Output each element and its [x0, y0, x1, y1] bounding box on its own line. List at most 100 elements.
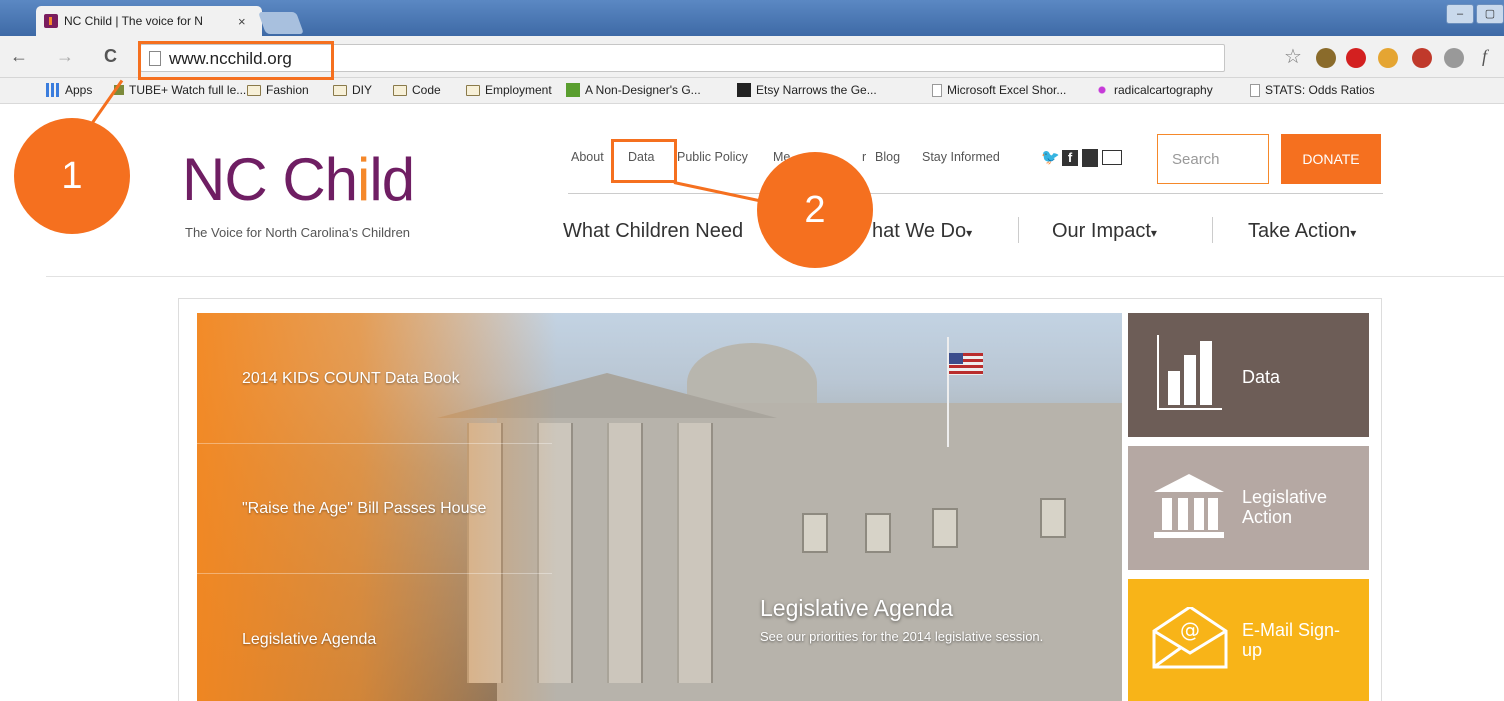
nav-blog[interactable]: Blog	[875, 150, 900, 164]
header-divider	[568, 193, 1383, 194]
carousel-caption-title[interactable]: Legislative Agenda	[760, 595, 953, 622]
nav-label: Take Action	[1248, 220, 1351, 242]
capitol-column	[677, 423, 713, 683]
minimize-button[interactable]: –	[1446, 4, 1474, 24]
data-tile[interactable]: Data	[1128, 313, 1369, 437]
tab-title: NC Child | The voice for N	[64, 14, 203, 28]
chevron-down-icon: ▾	[966, 226, 973, 240]
logo-text: NC Ch	[182, 146, 358, 213]
bookmark-label: Code	[412, 83, 441, 97]
bookmark-favicon-icon	[737, 83, 751, 97]
nav-label: Our Impact	[1052, 220, 1151, 242]
data-tile-label: Data	[1242, 367, 1281, 387]
donate-button[interactable]: DONATE	[1281, 134, 1381, 184]
browser-tabstrip: NC Child | The voice for N × – ▢	[0, 0, 1504, 36]
extension-icon[interactable]	[1444, 48, 1464, 68]
carousel-caption-subtitle: See our priorities for the 2014 legislat…	[760, 629, 1044, 644]
bookmark-label: Apps	[65, 83, 93, 97]
email-signup-tile-label: E-Mail Sign-up	[1242, 620, 1341, 660]
forward-arrow-icon[interactable]: →	[56, 46, 74, 67]
chevron-down-icon: ▾	[1350, 226, 1357, 240]
bookmark-folder[interactable]: Fashion	[247, 83, 309, 97]
flag-canton	[949, 353, 963, 364]
search-input[interactable]: Search	[1157, 134, 1269, 184]
bookmark-item[interactable]: STATS: Odds Ratios	[1250, 83, 1375, 97]
back-arrow-icon[interactable]: ←	[10, 46, 28, 67]
bookmark-folder[interactable]: Employment	[466, 83, 552, 97]
annotation-badge-1: 1	[14, 118, 130, 234]
nav-partial[interactable]: r	[862, 150, 866, 164]
carousel-item-raise-the-age[interactable]: "Raise the Age" Bill Passes House	[242, 500, 486, 518]
window-controls: – ▢	[1446, 4, 1504, 24]
bookmark-label: A Non-Designer's G...	[585, 83, 701, 97]
nav-public-policy[interactable]: Public Policy	[677, 150, 748, 164]
facebook-icon[interactable]: f	[1062, 150, 1078, 166]
apps-grid-icon	[46, 83, 60, 97]
bookmark-label: radicalcartography	[1114, 83, 1213, 97]
bookmark-item[interactable]: A Non-Designer's G...	[566, 83, 701, 97]
carousel-item-kids-count[interactable]: 2014 KIDS COUNT Data Book	[242, 370, 460, 388]
bookmark-label: TUBE+ Watch full le...	[129, 83, 247, 97]
logo-text: i	[357, 146, 370, 213]
annotation-highlight-url	[138, 41, 334, 80]
bar-chart-icon	[1157, 335, 1222, 410]
document-icon	[932, 83, 942, 97]
site-logo[interactable]: NC Child	[182, 150, 415, 210]
bookmark-label: Employment	[485, 83, 552, 97]
bookmark-label: DIY	[352, 83, 373, 97]
building-window	[865, 513, 891, 553]
extension-icon[interactable]	[1316, 48, 1336, 68]
new-tab-button[interactable]	[257, 12, 305, 34]
site-favicon-icon	[44, 14, 58, 28]
nav-separator	[1018, 217, 1019, 243]
browser-tab[interactable]: NC Child | The voice for N ×	[36, 6, 262, 36]
extension-icon[interactable]	[1346, 48, 1366, 68]
nav-label: hat We Do	[872, 220, 967, 242]
legislative-action-tile-label: Legislative Action	[1242, 487, 1328, 527]
twitter-icon[interactable]: 🐦	[1041, 148, 1060, 166]
nav-take-action[interactable]: Take Action▾	[1248, 220, 1356, 243]
bookmark-label: Fashion	[266, 83, 309, 97]
nav-what-children-need[interactable]: What Children Need	[563, 220, 743, 243]
adblock-icon[interactable]	[1412, 48, 1432, 68]
email-signup-tile[interactable]: @ E-Mail Sign-up	[1128, 579, 1369, 701]
logo-tagline: The Voice for North Carolina's Children	[185, 225, 411, 240]
svg-text:@: @	[1180, 618, 1200, 642]
building-window	[1040, 498, 1066, 538]
reload-icon[interactable]: C	[104, 46, 117, 67]
close-tab-icon[interactable]: ×	[238, 14, 246, 29]
folder-icon	[466, 84, 480, 96]
nav-stay-informed[interactable]: Stay Informed	[922, 150, 1000, 164]
extension-icon[interactable]	[1378, 48, 1398, 68]
bookmark-item[interactable]: TUBE+ Watch full le...	[114, 83, 246, 97]
bookmark-favicon-icon	[1095, 83, 1109, 97]
carousel-divider	[197, 443, 552, 444]
email-envelope-icon: @	[1152, 607, 1228, 669]
chevron-down-icon: ▾	[1150, 226, 1157, 240]
bookmark-label: STATS: Odds Ratios	[1265, 83, 1375, 97]
bookmarks-bar: Apps TUBE+ Watch full le... Fashion DIY …	[0, 78, 1504, 104]
bookmark-apps[interactable]: Apps	[46, 83, 92, 97]
nav-separator	[1212, 217, 1213, 243]
bookmark-folder[interactable]: Code	[393, 83, 441, 97]
bookmark-folder[interactable]: DIY	[333, 83, 372, 97]
bookmark-star-icon[interactable]: ☆	[1284, 44, 1302, 69]
document-icon	[1250, 83, 1260, 97]
carousel-item-legislative-agenda[interactable]: Legislative Agenda	[242, 631, 376, 649]
youtube-icon[interactable]	[1082, 149, 1098, 167]
nav-our-impact[interactable]: Our Impact▾	[1052, 220, 1157, 243]
bookmark-item[interactable]: Etsy Narrows the Ge...	[737, 83, 877, 97]
bookmark-item[interactable]: radicalcartography	[1095, 83, 1213, 97]
nav-about[interactable]: About	[571, 150, 604, 164]
nav-what-we-do[interactable]: hat We Do▾	[872, 220, 972, 243]
capitol-column	[607, 423, 643, 683]
folder-icon	[333, 84, 347, 96]
mail-icon[interactable]	[1102, 150, 1122, 165]
legislative-action-tile[interactable]: Legislative Action	[1128, 446, 1369, 570]
extension-icon[interactable]: f	[1482, 46, 1487, 67]
maximize-button[interactable]: ▢	[1476, 4, 1504, 24]
bookmark-item[interactable]: Microsoft Excel Shor...	[932, 83, 1066, 97]
bookmark-label: Etsy Narrows the Ge...	[756, 83, 877, 97]
building-window	[932, 508, 958, 548]
hero-image[interactable]: 2014 KIDS COUNT Data Book "Raise the Age…	[197, 313, 1122, 701]
